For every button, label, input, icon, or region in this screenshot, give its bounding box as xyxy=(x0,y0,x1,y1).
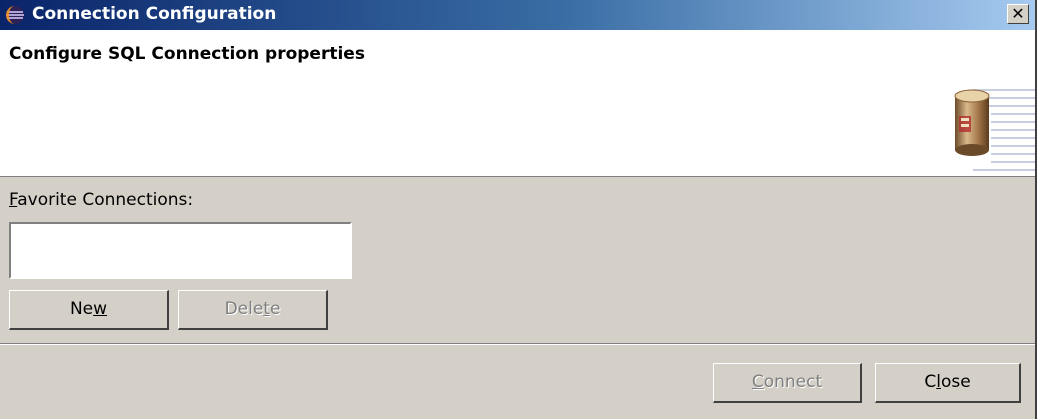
database-cylinder-image xyxy=(954,89,1035,171)
connect-button-mnemonic: C xyxy=(751,372,764,392)
window-title: Connection Configuration xyxy=(32,4,277,24)
favorite-connections-label: Favorite Connections: xyxy=(9,190,194,210)
title-bar[interactable]: Connection Configuration ✕ xyxy=(0,0,1035,30)
dialog-content: Favorite Connections: New Delete xyxy=(0,177,1035,342)
favorite-connections-list[interactable] xyxy=(9,222,352,279)
close-window-button[interactable]: ✕ xyxy=(1007,4,1029,24)
footer-separator xyxy=(0,343,1035,345)
new-connection-button[interactable]: New xyxy=(9,290,169,330)
connect-button[interactable]: Connect xyxy=(713,363,862,403)
delete-connection-button[interactable]: Delete xyxy=(178,290,328,330)
dialog-banner: Configure SQL Connection properties xyxy=(0,30,1035,177)
close-button[interactable]: Close xyxy=(875,363,1021,403)
banner-title: Configure SQL Connection properties xyxy=(9,44,365,64)
new-connection-button-mnemonic: w xyxy=(93,299,108,319)
delete-connection-button-mnemonic: t xyxy=(263,299,270,319)
close-icon: ✕ xyxy=(1011,4,1025,23)
favorite-connections-label-mnemonic: F xyxy=(9,190,18,210)
eclipse-icon xyxy=(6,6,24,24)
close-button-mnemonic: l xyxy=(936,372,941,392)
connection-configuration-dialog: Connection Configuration ✕ Configure SQL… xyxy=(0,0,1037,419)
